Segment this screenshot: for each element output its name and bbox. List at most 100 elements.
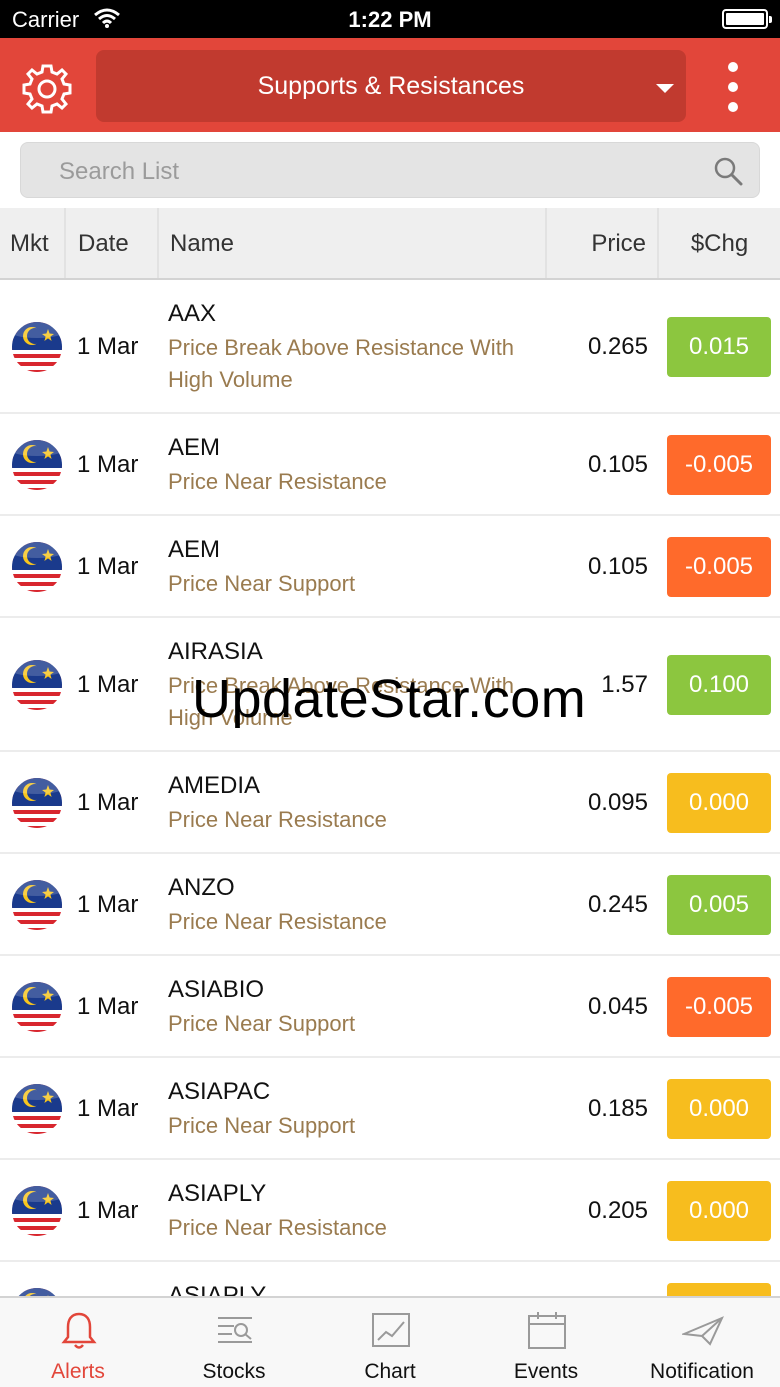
stock-price: 1.57 <box>601 671 648 698</box>
alert-description: Price Near Support <box>168 571 356 596</box>
stocks-list-icon <box>214 1310 256 1352</box>
row-date: 1 Mar <box>77 333 139 360</box>
list-type-label: Supports & Resistances <box>257 72 525 100</box>
tab-label: Alerts <box>51 1360 105 1383</box>
status-bar: Carrier 1:22 PM <box>0 0 780 38</box>
market-flag-icon <box>12 880 62 930</box>
price-change-badge <box>667 1283 771 1296</box>
alert-description: Price Near Resistance <box>168 909 387 934</box>
row-date: 1 Mar <box>77 1197 139 1224</box>
stock-name: ASIAPLY <box>168 1282 267 1296</box>
price-change-badge: 0.015 <box>667 317 771 377</box>
row-date: 1 Mar <box>77 671 139 698</box>
price-change-badge: 0.000 <box>667 1181 771 1241</box>
column-chg[interactable]: $Chg <box>659 208 780 278</box>
market-flag-icon <box>12 660 62 710</box>
tab-alerts[interactable]: Alerts <box>0 1298 156 1387</box>
search-input[interactable]: Search List <box>20 142 760 198</box>
row-date: 1 Mar <box>77 789 139 816</box>
market-flag-icon <box>12 1288 62 1296</box>
price-change-badge: -0.005 <box>667 435 771 495</box>
table-row[interactable]: 1 Mar AAX Price Break Above Resistance Wit… <box>0 280 780 414</box>
table-row[interactable]: 1 Mar ANZO Price Near Resistance 0.245 0.005 <box>0 854 780 956</box>
list-type-dropdown[interactable]: Supports & Resistances <box>96 50 686 122</box>
alert-description: Price Break Above Resistance With High V… <box>168 335 515 392</box>
tab-label: Notification <box>650 1360 754 1383</box>
row-date: 1 Mar <box>77 993 139 1020</box>
tab-label: Stocks <box>202 1360 266 1383</box>
search-placeholder: Search List <box>59 158 180 185</box>
stock-price: 0.105 <box>587 553 648 580</box>
chart-icon <box>370 1310 412 1352</box>
column-mkt[interactable]: Mkt <box>0 208 66 278</box>
tab-bar: Alerts Stocks Chart Events Notification <box>0 1296 780 1387</box>
chevron-down-icon <box>656 84 674 93</box>
tab-label: Chart <box>364 1360 416 1383</box>
table-row[interactable]: 1 Mar AEM Price Near Support 0.105 -0.005 <box>0 516 780 618</box>
alert-description: Price Near Resistance <box>168 1215 387 1240</box>
row-date: 1 Mar <box>77 451 139 478</box>
market-flag-icon <box>12 542 62 592</box>
app-header: Supports & Resistances <box>0 38 780 132</box>
row-date: 1 Mar <box>77 891 139 918</box>
alert-list[interactable]: 1 Mar AAX Price Break Above Resistance Wit… <box>0 280 780 1296</box>
stock-name: ASIABIO <box>168 976 265 1003</box>
market-flag-icon <box>12 440 62 490</box>
bell-icon <box>58 1310 100 1352</box>
stock-price: 0.185 <box>587 1095 648 1122</box>
stock-name: AIRASIA <box>168 638 263 665</box>
table-row[interactable]: 1 Mar AMEDIA Price Near Resistance 0.095 0.0… <box>0 752 780 854</box>
column-header: Mkt Date Name Price $Chg <box>0 208 780 280</box>
stock-name: AEM <box>168 536 221 563</box>
column-date[interactable]: Date <box>66 208 159 278</box>
price-change-badge: 0.000 <box>667 773 771 833</box>
watermark: UpdateStar.com <box>192 669 587 729</box>
stock-name: ANZO <box>168 874 235 901</box>
tab-stocks[interactable]: Stocks <box>156 1298 312 1387</box>
price-change-badge: 0.000 <box>667 1079 771 1139</box>
stock-name: AMEDIA <box>168 772 261 799</box>
tab-chart[interactable]: Chart <box>312 1298 468 1387</box>
price-change-badge: -0.005 <box>667 537 771 597</box>
stock-name: AAX <box>168 300 217 327</box>
table-row[interactable]: 1 Mar ASIAPLY Price Near Resistance 0.205 0.… <box>0 1160 780 1262</box>
more-vertical-icon[interactable] <box>716 60 750 116</box>
price-change-badge: 0.100 <box>667 655 771 715</box>
gear-icon[interactable] <box>20 62 74 116</box>
stock-price: 0.105 <box>587 451 648 478</box>
row-date: 1 Mar <box>77 1095 139 1122</box>
stock-price: 0.205 <box>587 1197 648 1224</box>
stock-price: 0.095 <box>587 789 648 816</box>
column-price[interactable]: Price <box>547 208 659 278</box>
stock-name: ASIAPLY <box>168 1180 267 1207</box>
market-flag-icon <box>12 982 62 1032</box>
search-bar: Search List <box>0 132 780 208</box>
stock-price: 0.245 <box>587 891 648 918</box>
paper-plane-icon <box>680 1310 724 1352</box>
calendar-icon <box>526 1310 568 1352</box>
tab-label: Events <box>513 1360 579 1383</box>
alert-description: Price Near Support <box>168 1011 356 1036</box>
column-name[interactable]: Name <box>159 208 547 278</box>
market-flag-icon <box>12 322 62 372</box>
alert-description: Price Near Support <box>168 1113 356 1138</box>
search-icon[interactable] <box>713 156 743 186</box>
status-time: 1:22 PM <box>348 7 432 32</box>
price-change-badge: -0.005 <box>667 977 771 1037</box>
market-flag-icon <box>12 1084 62 1134</box>
stock-name: ASIAPAC <box>168 1078 271 1105</box>
alert-description: Price Near Resistance <box>168 469 387 494</box>
table-row[interactable]: 1 MarASIAPLY <box>0 1262 780 1296</box>
tab-notification[interactable]: Notification <box>624 1298 780 1387</box>
tab-events[interactable]: Events <box>468 1298 624 1387</box>
table-row[interactable]: 1 Mar AEM Price Near Resistance 0.105 -0.005 <box>0 414 780 516</box>
alert-description: Price Near Resistance <box>168 807 387 832</box>
price-change-badge: 0.005 <box>667 875 771 935</box>
market-flag-icon <box>12 1186 62 1236</box>
market-flag-icon <box>12 778 62 828</box>
stock-name: AEM <box>168 434 221 461</box>
battery-icon <box>722 9 772 29</box>
stock-price: 0.265 <box>587 333 648 360</box>
table-row[interactable]: 1 Mar ASIAPAC Price Near Support 0.185 0.000 <box>0 1058 780 1160</box>
table-row[interactable]: 1 Mar ASIABIO Price Near Support 0.045 -0.00… <box>0 956 780 1058</box>
